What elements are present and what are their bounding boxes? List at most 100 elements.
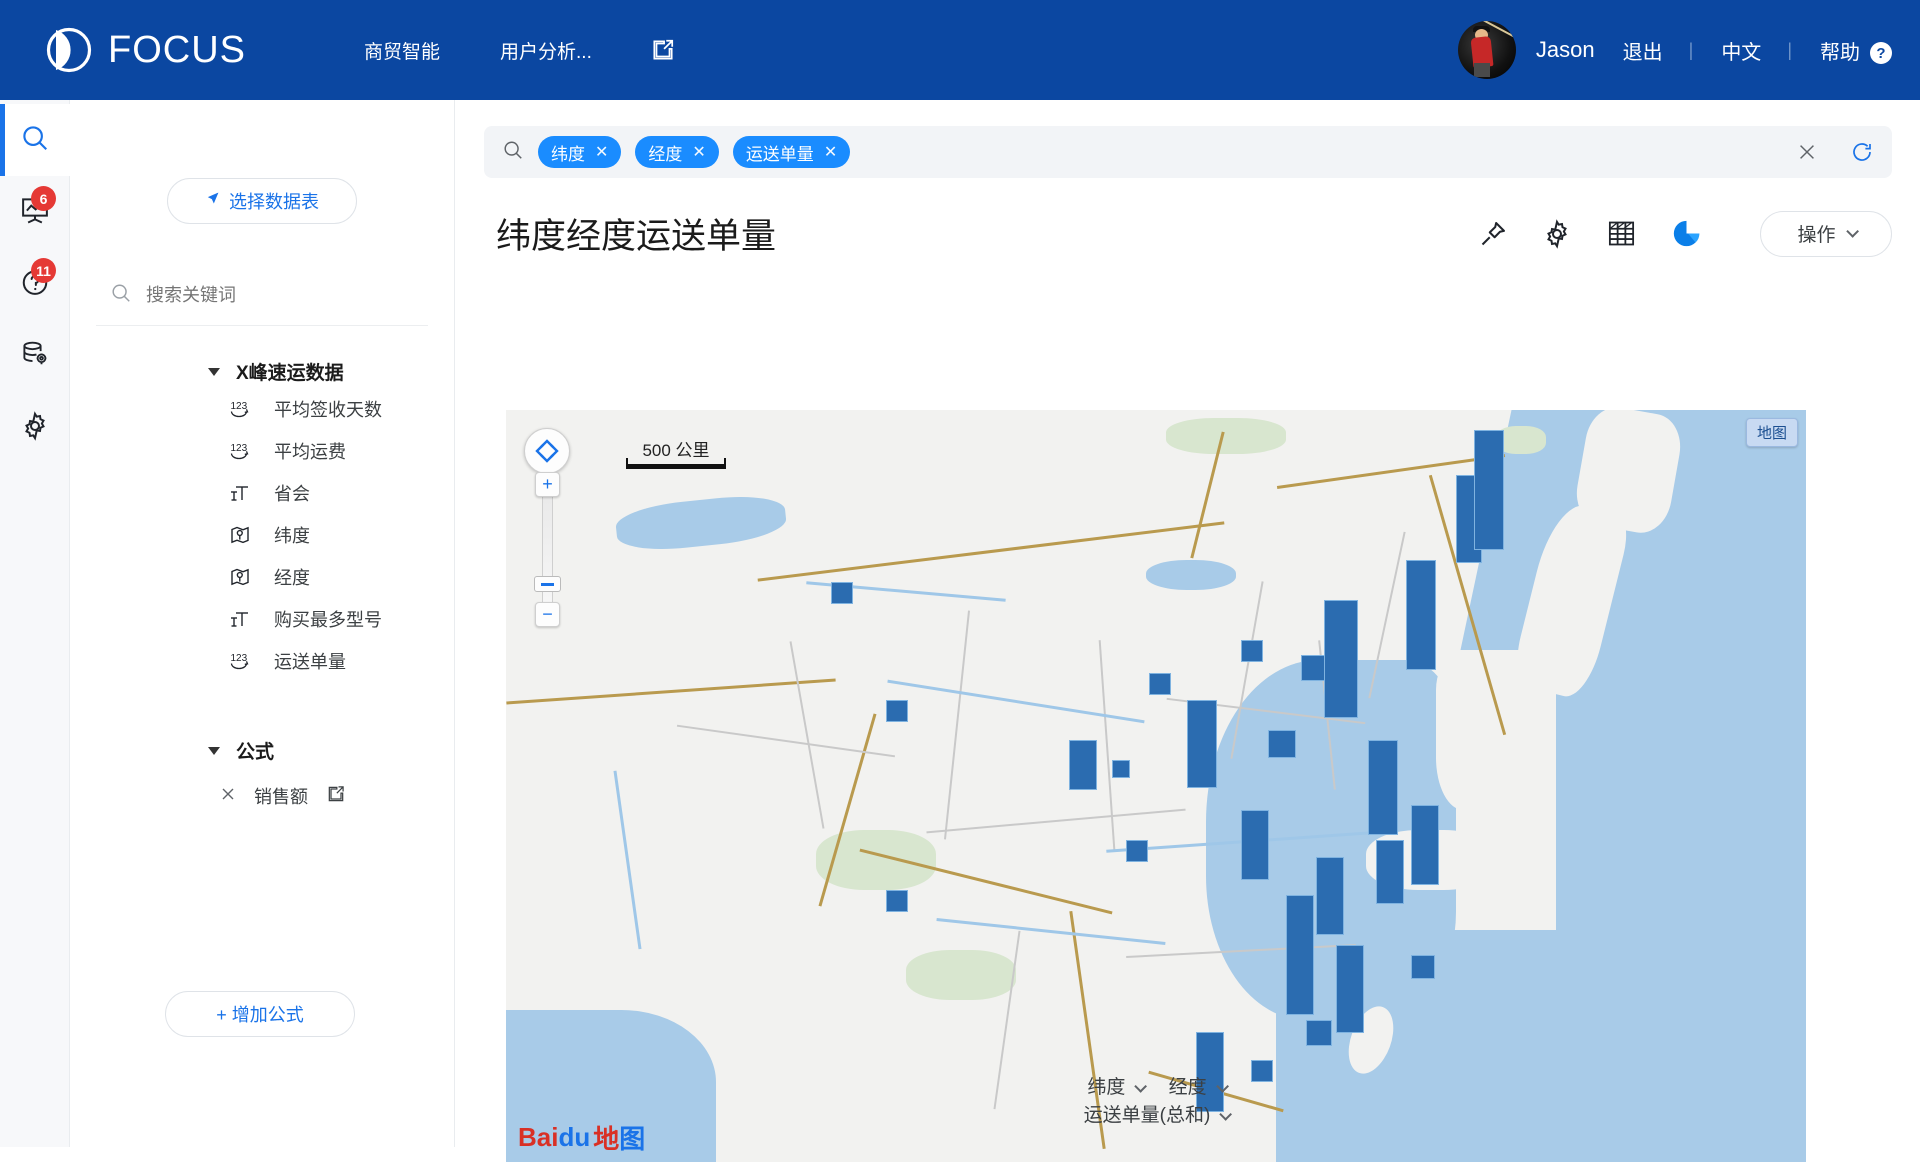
query-chip-longitude[interactable]: 经度 ✕ [635,136,719,168]
map-bar[interactable] [1411,955,1435,979]
gear-icon[interactable] [1542,218,1572,249]
close-x-icon[interactable]: ✕ [824,142,837,162]
map-bar[interactable] [1268,730,1296,758]
map-bar[interactable] [1069,740,1097,790]
formula-item[interactable]: 销售额 [70,778,454,814]
vegetation-yunnan [906,950,1016,1000]
map-bar[interactable] [1112,760,1130,778]
zoom-out-button[interactable]: − [535,602,560,627]
map-controls[interactable]: + − [524,428,570,627]
axis-measure-shipment-total[interactable]: 运送单量(总和) [1084,1102,1233,1130]
map-bar[interactable] [1336,945,1364,1033]
chevron-down-icon[interactable] [208,746,220,755]
search-input[interactable] [146,285,414,306]
pie-chart-icon[interactable] [1671,218,1702,249]
field-label: 经度 [274,568,310,588]
text-t-icon [228,481,252,505]
field-label: 购买最多型号 [274,610,382,630]
axis-latitude[interactable]: 纬度 [1087,1074,1148,1102]
table-grid-icon[interactable] [1606,218,1637,249]
map-bar[interactable] [1306,1020,1332,1046]
field-item[interactable]: 123 平均签收天数 [70,391,454,427]
field-group-header[interactable]: X峰速运数据 [70,358,454,385]
refresh-icon[interactable] [1850,140,1874,164]
help-link[interactable]: 帮助? [1820,36,1892,65]
formula-group-header[interactable]: 公式 [70,737,454,764]
map-bar[interactable] [1368,740,1398,835]
field-item[interactable]: 经度 [70,559,454,595]
map-visualization[interactable]: + − 500 公里 地图 Bai du 地图 [506,410,1806,1162]
map-type-toggle[interactable]: 地图 [1745,418,1798,447]
select-datatable-button[interactable]: 选择数据表 [167,178,357,224]
field-item[interactable]: 购买最多型号 [70,601,454,637]
main-nav: 商贸智能 用户分析... [334,37,676,64]
vegetation-ne [1166,418,1286,454]
map-bar[interactable] [1241,810,1269,880]
rail-help[interactable]: 11 [0,248,70,320]
map-bar[interactable] [1406,560,1436,670]
header-right: Jason 退出 | 中文 | 帮助? [1457,21,1892,79]
map-bar[interactable] [1286,895,1314,1015]
zoom-in-button[interactable]: + [535,472,560,497]
chip-label: 运送单量 [745,144,814,164]
nav-item-bi[interactable]: 商贸智能 [334,37,470,64]
viz-title: 纬度经度运送单量 [496,217,777,256]
map-bar[interactable] [886,890,908,912]
query-chip-latitude[interactable]: 纬度 ✕ [538,136,622,168]
map-canvas[interactable]: + − 500 公里 地图 Bai du 地图 [506,410,1806,1162]
map-bar[interactable] [1324,600,1358,718]
map-bar[interactable] [1316,857,1344,935]
map-bar[interactable] [1126,840,1148,862]
add-formula-button[interactable]: + 增加公式 [165,991,355,1037]
field-item[interactable]: 省会 [70,475,454,511]
avatar[interactable] [1457,21,1516,79]
rail-data-source[interactable] [0,320,70,392]
map-bar[interactable] [1474,430,1504,550]
action-button[interactable]: 操作 [1760,210,1892,257]
field-label: 平均运费 [274,442,346,462]
pin-icon[interactable] [1478,219,1508,249]
zoom-slider-handle[interactable] [534,576,561,592]
edit-square-icon[interactable] [326,784,346,809]
zoom-in-label: + [542,474,553,494]
map-bar[interactable] [1241,640,1263,662]
map-bar[interactable] [886,700,908,722]
map-bar[interactable] [1411,805,1439,885]
data-panel: 选择数据表 X峰速运数据 123 平均签收天数 [70,100,455,1147]
river-south [936,917,1166,945]
brand[interactable]: FOCUS [46,27,246,73]
close-x-icon[interactable] [220,786,236,807]
axis-label: 经度 [1168,1077,1207,1098]
question-circle-icon[interactable]: ? [1870,42,1892,65]
cursor-arrow-icon [205,191,221,212]
language-link[interactable]: 中文 [1721,36,1761,65]
edit-square-icon[interactable] [650,37,676,63]
field-item[interactable]: 纬度 [70,517,454,553]
rail-search[interactable] [0,104,70,176]
clear-query-icon[interactable] [1796,141,1818,163]
map-bar[interactable] [1376,840,1404,904]
map-bar[interactable] [831,582,853,604]
axis-longitude[interactable]: 经度 [1168,1074,1229,1102]
nav-item-user-analysis[interactable]: 用户分析... [470,37,622,64]
query-bar[interactable]: 纬度 ✕ 经度 ✕ 运送单量 ✕ [484,126,1892,178]
compass-pan-icon[interactable] [524,428,570,474]
map-bar[interactable] [1149,673,1171,695]
rail-dashboard[interactable]: 6 [0,176,70,248]
field-item[interactable]: 123 平均运费 [70,433,454,469]
logout-link[interactable]: 退出 [1623,36,1663,65]
rail-settings[interactable] [0,392,70,464]
panel-search[interactable] [110,282,414,325]
svg-text:123: 123 [231,401,248,412]
field-item[interactable]: 123 运送单量 [70,643,454,679]
zoom-slider-track[interactable] [542,480,553,612]
search-icon [20,123,50,158]
map-bar[interactable] [1187,700,1217,788]
chevron-down-icon[interactable] [208,367,220,376]
map-axis-selectors: 纬度 经度 运送单量(总和) [506,1074,1806,1130]
field-label: 运送单量 [274,652,346,672]
close-x-icon[interactable]: ✕ [692,142,705,162]
query-chip-shipment-count[interactable]: 运送单量 ✕ [732,136,851,168]
close-x-icon[interactable]: ✕ [595,142,608,162]
map-scale-bar: 500 公里 [626,436,726,469]
